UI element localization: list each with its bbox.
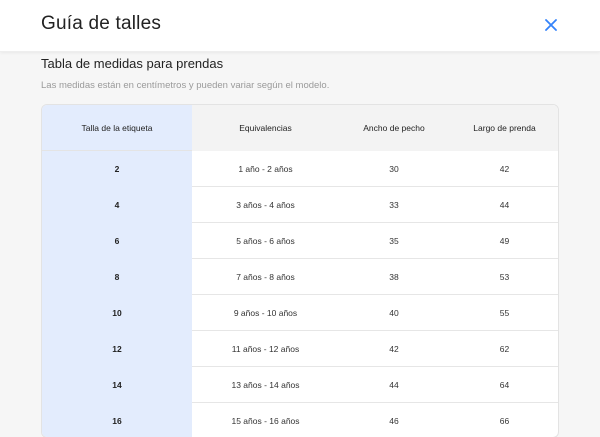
column-header-chest-width: Ancho de pecho (363, 122, 425, 133)
table-header-row: Talla de la etiqueta Equivalencias Ancho… (42, 105, 558, 151)
chest-width-cell: 44 (389, 380, 399, 390)
table-row: 4 3 años - 4 años 33 44 (42, 187, 558, 223)
garment-length-cell: 66 (499, 416, 510, 426)
table-row: 10 9 años - 10 años 40 55 (42, 295, 558, 331)
table-row: 2 1 año - 2 años 30 42 (42, 151, 558, 187)
chest-width-cell: 46 (389, 416, 399, 426)
equivalence-cell: 3 años - 4 años (236, 200, 295, 210)
garment-length-cell: 42 (499, 164, 510, 174)
chest-width-cell: 33 (389, 200, 399, 210)
size-cell: 12 (112, 344, 122, 354)
equivalence-cell: 1 año - 2 años (238, 164, 293, 174)
size-cell: 8 (114, 272, 120, 282)
garment-length-cell: 49 (499, 236, 510, 246)
close-icon (545, 19, 557, 31)
size-cell: 2 (114, 164, 120, 174)
garment-length-cell: 44 (499, 200, 510, 210)
size-cell: 10 (112, 308, 122, 318)
size-table: Talla de la etiqueta Equivalencias Ancho… (41, 104, 559, 437)
table-row: 6 5 años - 6 años 35 49 (42, 223, 558, 259)
table-row: 16 15 años - 16 años 46 66 (42, 403, 558, 437)
chest-width-cell: 30 (389, 164, 399, 174)
size-cell: 4 (114, 200, 120, 210)
equivalence-cell: 15 años - 16 años (231, 416, 300, 426)
column-header-size: Talla de la etiqueta (81, 122, 153, 133)
column-header-equivalences: Equivalencias (239, 122, 292, 133)
chest-width-cell: 40 (389, 308, 399, 318)
equivalence-cell: 11 años - 12 años (231, 344, 300, 354)
garment-length-cell: 55 (499, 308, 510, 318)
section-subtitle: Las medidas están en centímetros y puede… (41, 80, 330, 91)
garment-length-cell: 62 (499, 344, 510, 354)
table-row: 8 7 años - 8 años 38 53 (42, 259, 558, 295)
chest-width-cell: 42 (389, 344, 399, 354)
size-cell: 16 (112, 416, 122, 426)
modal-title: Guía de talles (41, 13, 162, 34)
close-button[interactable] (540, 14, 562, 36)
column-header-garment-length: Largo de prenda (473, 122, 536, 133)
chest-width-cell: 38 (389, 272, 399, 282)
size-cell: 6 (114, 236, 120, 246)
equivalence-cell: 13 años - 14 años (231, 380, 300, 390)
equivalence-cell: 5 años - 6 años (236, 236, 295, 246)
modal-header: Guía de talles (0, 0, 600, 52)
section-title: Tabla de medidas para prendas (41, 56, 224, 71)
size-cell: 14 (112, 380, 122, 390)
table-row: 14 13 años - 14 años 44 64 (42, 367, 558, 403)
equivalence-cell: 7 años - 8 años (236, 272, 295, 282)
size-guide-modal: Guía de talles Tabla de medidas para pre… (0, 0, 600, 437)
equivalence-cell: 9 años - 10 años (233, 308, 298, 318)
chest-width-cell: 35 (389, 236, 399, 246)
garment-length-cell: 53 (499, 272, 510, 282)
table-row: 12 11 años - 12 años 42 62 (42, 331, 558, 367)
garment-length-cell: 64 (499, 380, 510, 390)
